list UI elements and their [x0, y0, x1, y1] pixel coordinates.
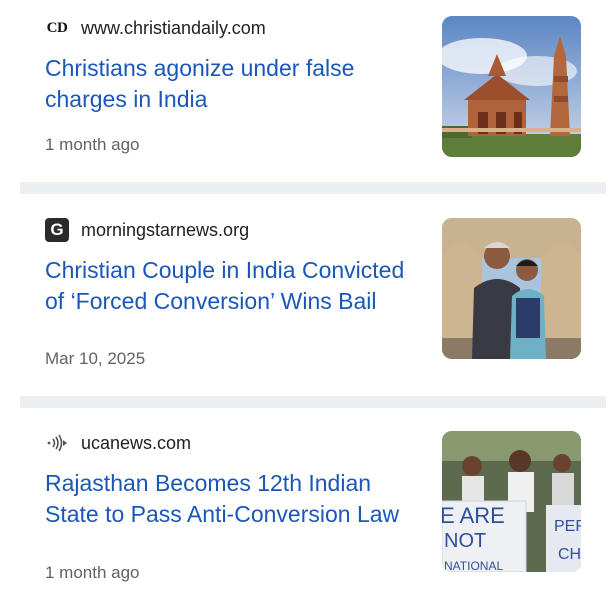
temple-photo: [442, 16, 581, 157]
headline-link[interactable]: Rajasthan Becomes 12th Indian State to P…: [45, 468, 417, 529]
couple-photo: [442, 218, 581, 359]
headline-link[interactable]: Christians agonize under false charges i…: [45, 53, 417, 114]
source-row: CD www.christiandaily.com: [45, 16, 266, 40]
card-divider: [20, 396, 606, 408]
sign-text: NATIONAL: [444, 559, 503, 572]
timestamp: 1 month ago: [45, 563, 140, 582]
source-name: www.christiandaily.com: [81, 17, 266, 38]
headline-link[interactable]: Christian Couple in India Convicted of ‘…: [45, 255, 417, 316]
thumbnail-image[interactable]: E ARE NOT NATIONAL PER CH: [442, 431, 581, 572]
sign-text: NOT: [444, 530, 486, 552]
christiandaily-favicon-icon: CD: [46, 19, 68, 36]
timestamp: 1 month ago: [45, 135, 140, 154]
source-row: ucanews.com: [45, 431, 191, 455]
card-divider: [20, 182, 606, 194]
news-card[interactable]: G morningstarnews.org Christian Couple i…: [0, 194, 614, 396]
sign-text: E ARE: [442, 503, 505, 528]
source-row: G morningstarnews.org: [45, 218, 249, 242]
sign-text: PER: [554, 518, 581, 535]
timestamp: Mar 10, 2025: [45, 349, 146, 368]
source-name: ucanews.com: [81, 432, 192, 453]
sign-text: CH: [558, 546, 581, 563]
thumbnail-image[interactable]: [442, 16, 581, 157]
protest-photo: E ARE NOT NATIONAL PER CH: [442, 431, 581, 572]
news-card[interactable]: CD www.christiandaily.com Christians ago…: [0, 0, 614, 182]
source-name: morningstarnews.org: [81, 219, 250, 240]
signal-waves-icon: [45, 431, 69, 455]
thumbnail-image[interactable]: [442, 218, 581, 359]
morningstar-favicon-icon: G: [45, 218, 69, 242]
news-card[interactable]: ucanews.com Rajasthan Becomes 12th India…: [0, 408, 614, 594]
